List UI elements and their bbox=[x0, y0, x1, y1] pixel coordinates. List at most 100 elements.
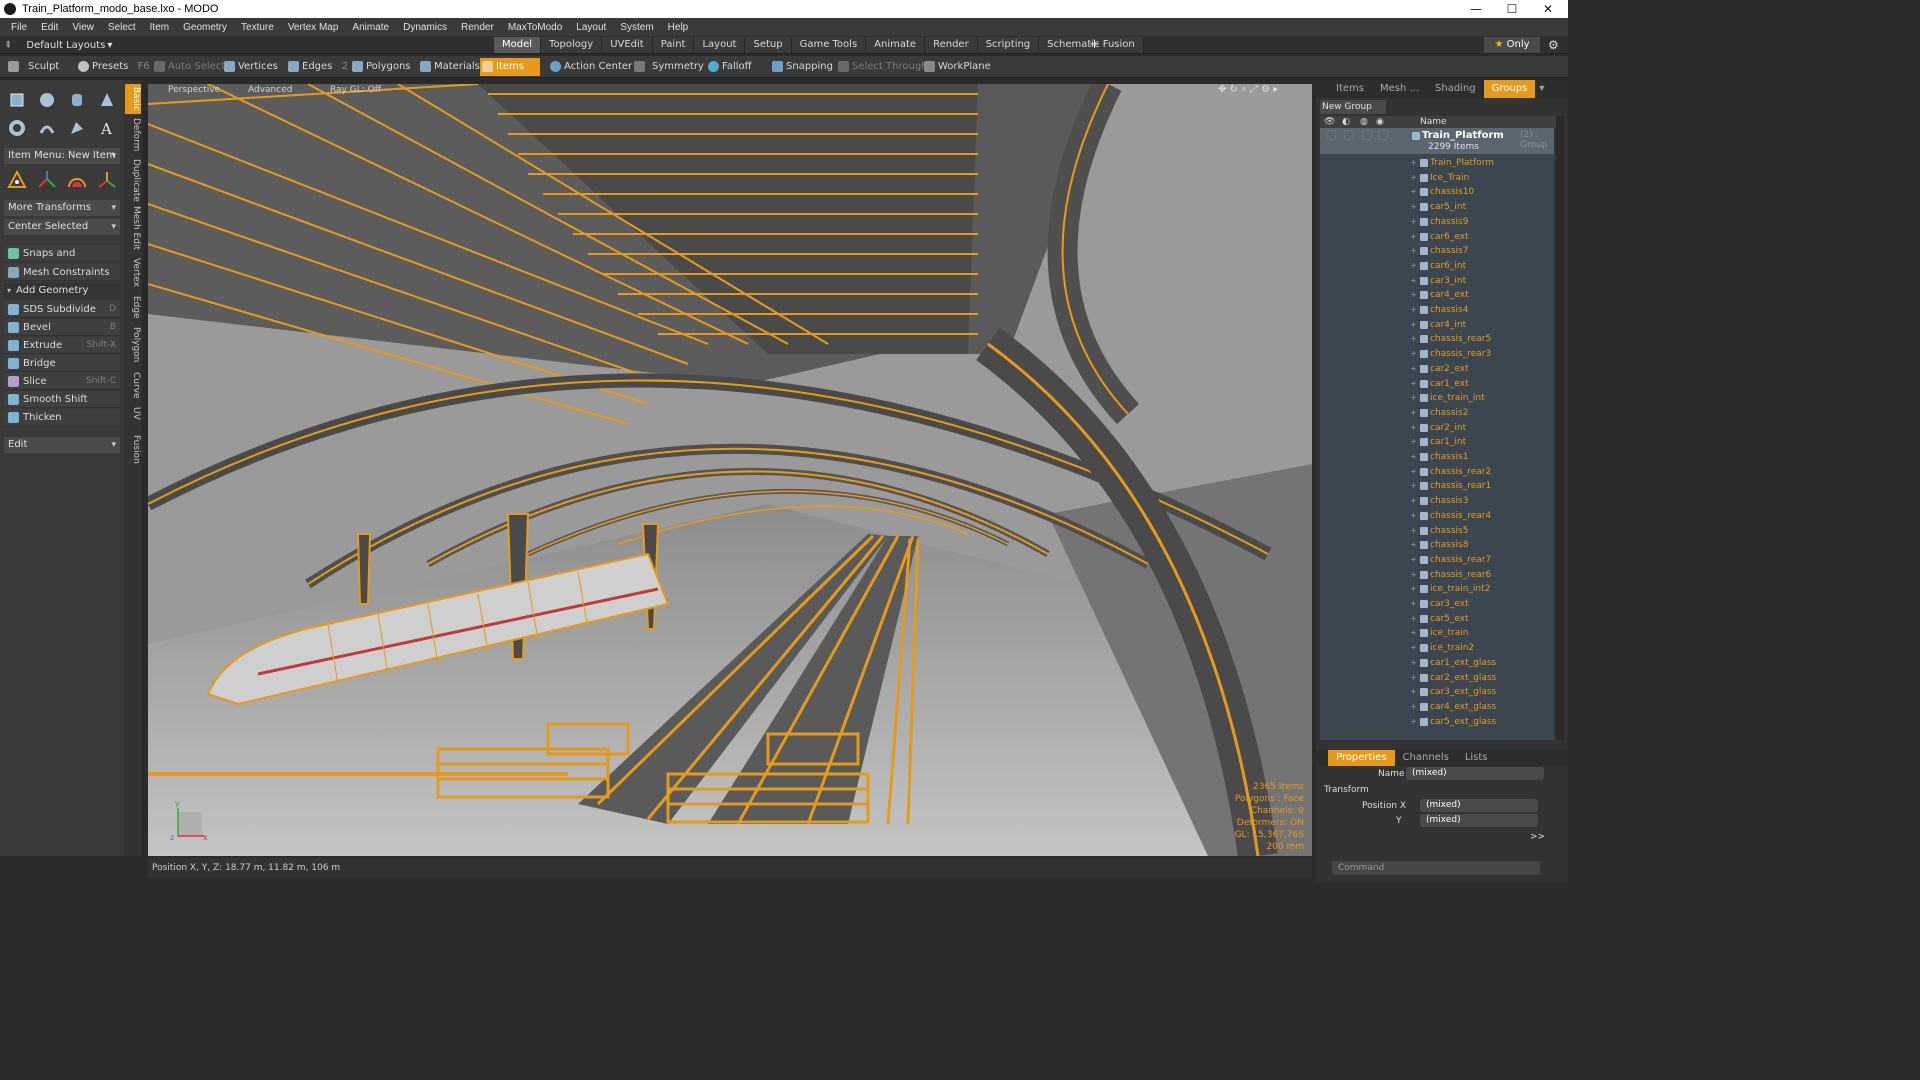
list-item[interactable]: + car5_ext_glass bbox=[1320, 715, 1554, 730]
list-item[interactable]: + car3_int bbox=[1320, 274, 1554, 289]
torus-icon[interactable] bbox=[4, 116, 29, 140]
menu-system[interactable]: System bbox=[613, 22, 660, 33]
tab-uvedit[interactable]: UVEdit bbox=[602, 37, 653, 53]
tab-shading[interactable]: Shading bbox=[1427, 80, 1484, 98]
expand-icon[interactable]: + bbox=[1410, 435, 1417, 449]
name-field[interactable]: (mixed) bbox=[1406, 767, 1544, 780]
list-item[interactable]: + chassis5 bbox=[1320, 524, 1554, 539]
list-item[interactable]: + car4_ext_glass bbox=[1320, 700, 1554, 715]
select-icon[interactable]: ◉ bbox=[1376, 116, 1384, 128]
list-item[interactable]: + chassis7 bbox=[1320, 244, 1554, 259]
command-input[interactable]: Command bbox=[1332, 861, 1540, 875]
expand-icon[interactable]: + bbox=[1410, 288, 1417, 302]
tab-lists[interactable]: Lists bbox=[1457, 750, 1496, 766]
list-item[interactable]: + ice_train_int bbox=[1320, 391, 1554, 406]
list-item[interactable]: + ice_train bbox=[1320, 626, 1554, 641]
close-button[interactable]: ✕ bbox=[1530, 0, 1566, 18]
list-item[interactable]: + car1_ext bbox=[1320, 377, 1554, 392]
expand-icon[interactable]: + bbox=[1410, 494, 1417, 508]
expand-icon[interactable]: + bbox=[1410, 715, 1417, 729]
expand-icon[interactable]: + bbox=[1410, 656, 1417, 670]
bridge-button[interactable]: Bridge bbox=[4, 355, 120, 372]
auto-select-button[interactable]: Auto Select bbox=[152, 58, 225, 76]
expand-icon[interactable]: + bbox=[1410, 641, 1417, 655]
expand-icon[interactable]: + bbox=[1410, 568, 1417, 582]
expand-icon[interactable]: + bbox=[1410, 597, 1417, 611]
list-scrollbar[interactable] bbox=[1556, 116, 1564, 740]
expand-icon[interactable]: + bbox=[1410, 582, 1417, 596]
tab-topology[interactable]: Topology bbox=[541, 37, 603, 53]
menu-texture[interactable]: Texture bbox=[234, 22, 281, 33]
viewport-nav-icons[interactable]: ✥ ↻ ⌕ ⤢ ⚙ ▸ bbox=[1218, 84, 1278, 95]
menu-geometry[interactable]: Geometry bbox=[176, 22, 234, 33]
list-item[interactable]: + chassis10 bbox=[1320, 185, 1554, 200]
snaps-precision-button[interactable]: Snaps and Precision bbox=[4, 245, 120, 276]
expand-icon[interactable]: + bbox=[1410, 171, 1417, 185]
expand-icon[interactable]: + bbox=[1410, 671, 1417, 685]
tab-game-tools[interactable]: Game Tools bbox=[791, 37, 867, 53]
more-transforms-dropdown[interactable]: More Transforms bbox=[4, 200, 120, 216]
mesh-constraints-button[interactable]: Mesh Constraints bbox=[4, 264, 120, 281]
menu-layout[interactable]: Layout bbox=[569, 22, 613, 33]
list-item[interactable]: + car1_ext_glass bbox=[1320, 656, 1554, 671]
list-item[interactable]: + car3_ext_glass bbox=[1320, 685, 1554, 700]
list-item[interactable]: + car2_ext_glass bbox=[1320, 671, 1554, 686]
tab-layout[interactable]: Layout bbox=[694, 37, 746, 53]
menu-edit[interactable]: Edit bbox=[34, 22, 65, 33]
groups-list[interactable]: Train_Platform (2) : Group 2299 Items + T… bbox=[1320, 128, 1554, 740]
smooth-shift-button[interactable]: Smooth Shift bbox=[4, 391, 120, 408]
expand-icon[interactable]: + bbox=[1410, 185, 1417, 199]
expand-icon[interactable]: + bbox=[1410, 244, 1417, 258]
menu-maxtomodo[interactable]: MaxToModo bbox=[501, 22, 569, 33]
select-through-button[interactable]: Select Through bbox=[836, 58, 928, 76]
tab-render[interactable]: Render bbox=[925, 37, 978, 53]
minimize-button[interactable]: — bbox=[1458, 0, 1494, 18]
tab-mesh[interactable]: Mesh ... bbox=[1372, 80, 1427, 98]
expand-icon[interactable]: + bbox=[1410, 406, 1417, 420]
menu-help[interactable]: Help bbox=[661, 22, 696, 33]
default-layouts-dropdown[interactable]: ⇞ Default Layouts ▾ bbox=[4, 37, 112, 53]
tab-animate[interactable]: Animate bbox=[866, 37, 926, 53]
menu-select[interactable]: Select bbox=[101, 22, 143, 33]
list-item[interactable]: + chassis_rear1 bbox=[1320, 479, 1554, 494]
expand-more-button[interactable]: >> bbox=[1530, 832, 1545, 842]
expand-icon[interactable]: + bbox=[1410, 479, 1417, 493]
expand-icon[interactable]: + bbox=[1410, 347, 1417, 361]
menu-item[interactable]: Item bbox=[143, 22, 176, 33]
expand-icon[interactable]: + bbox=[1410, 612, 1417, 626]
tab-setup[interactable]: Setup bbox=[745, 37, 792, 53]
expand-icon[interactable]: + bbox=[1410, 200, 1417, 214]
expand-icon[interactable]: + bbox=[1410, 377, 1417, 391]
list-item[interactable]: + car2_ext bbox=[1320, 362, 1554, 377]
visibility-toggle[interactable] bbox=[1326, 130, 1336, 140]
tab-properties[interactable]: Properties bbox=[1328, 750, 1395, 766]
lock-icon[interactable]: ◍ bbox=[1360, 116, 1368, 128]
expand-icon[interactable]: + bbox=[1410, 538, 1417, 552]
cone-icon[interactable] bbox=[94, 88, 119, 112]
eye-icon[interactable]: 👁 bbox=[1324, 116, 1335, 128]
position-y-field[interactable]: (mixed) bbox=[1420, 814, 1538, 827]
edit-dropdown[interactable]: Edit bbox=[4, 437, 120, 453]
sculpt-button[interactable]: Sculpt bbox=[6, 58, 68, 76]
add-geometry-section[interactable]: Add Geometry bbox=[4, 283, 120, 299]
expand-icon[interactable]: + bbox=[1410, 303, 1417, 317]
chevron-down-icon[interactable]: ▾ bbox=[1539, 80, 1544, 98]
tab-vertex[interactable]: Vertex bbox=[125, 256, 141, 288]
list-item[interactable]: + chassis_rear4 bbox=[1320, 509, 1554, 524]
raygl-menu[interactable]: Ray GL: Off bbox=[330, 84, 381, 96]
menu-view[interactable]: View bbox=[65, 22, 101, 33]
gear-icon[interactable]: ⚙ bbox=[1548, 36, 1559, 54]
presets-button[interactable]: Presets F6 bbox=[76, 58, 150, 76]
list-item[interactable]: + ice_train2 bbox=[1320, 641, 1554, 656]
only-toggle[interactable]: ★ Only bbox=[1484, 37, 1540, 53]
lock-toggle[interactable] bbox=[1362, 130, 1372, 140]
tab-items[interactable]: Items bbox=[1328, 80, 1372, 98]
menu-file[interactable]: File bbox=[4, 22, 34, 33]
expand-icon[interactable]: + bbox=[1410, 465, 1417, 479]
tab-uv[interactable]: UV bbox=[125, 404, 141, 422]
edges-button[interactable]: Edges 2 bbox=[286, 58, 348, 76]
expand-icon[interactable]: + bbox=[1410, 215, 1417, 229]
expand-icon[interactable]: + bbox=[1410, 524, 1417, 538]
tab-paint[interactable]: Paint bbox=[652, 37, 695, 53]
expand-icon[interactable]: + bbox=[1410, 450, 1417, 464]
